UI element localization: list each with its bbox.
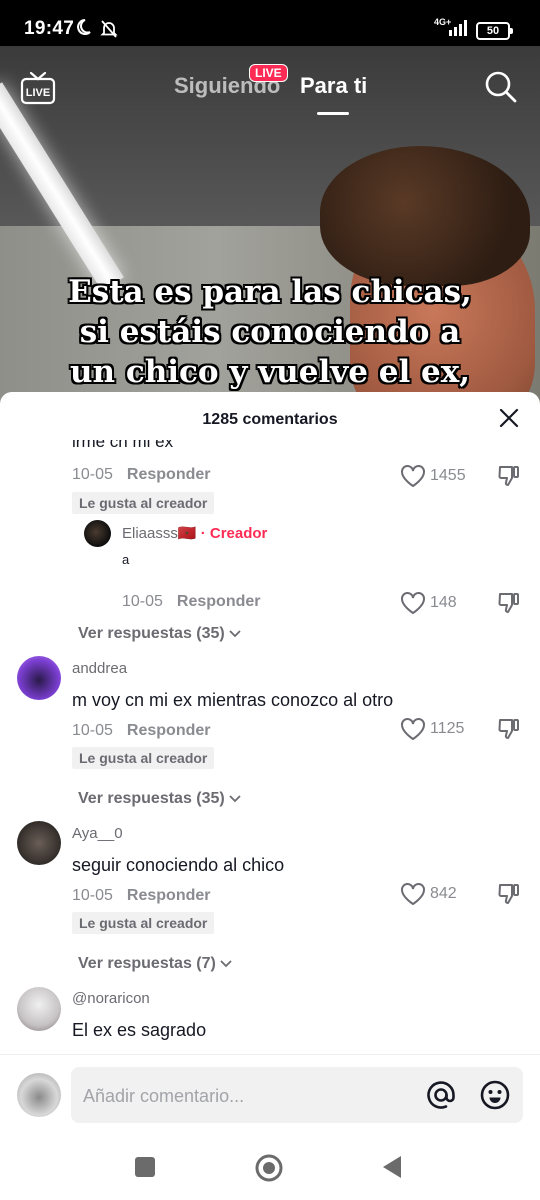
comment-username[interactable]: @noraricon [72, 990, 150, 1007]
comment-text: a [122, 552, 130, 567]
comment-input-bar: Añadir comentario... [0, 1054, 540, 1127]
comment-input-placeholder: Añadir comentario... [83, 1086, 245, 1106]
caption-line: si estáis conociendo a [79, 314, 461, 350]
like-button[interactable]: 1455 [400, 464, 466, 488]
comment-date: 10-05 [72, 887, 113, 904]
comment-meta: 10-05 Responder [122, 593, 261, 611]
comment-meta: 10-05 Responder [72, 887, 211, 905]
comment-text: El ex es sagrado [72, 1020, 207, 1040]
view-replies-label: Ver respuestas (35) [78, 625, 225, 642]
comments-list[interactable]: irme cn mi ex 10-05 Responder 1455 Le gus… [0, 434, 540, 1054]
creator-tag: · Creador [200, 525, 268, 542]
emoji-icon[interactable] [479, 1079, 511, 1116]
like-button[interactable]: 148 [400, 591, 457, 615]
chevron-down-icon [229, 630, 241, 638]
view-replies-button[interactable]: Ver respuestas (35) [78, 625, 241, 643]
battery-level: 50 [476, 22, 513, 40]
comment-username[interactable]: Eliaasss🇲🇦 · Creador [122, 524, 267, 542]
view-replies-button[interactable]: Ver respuestas (35) [78, 790, 241, 808]
reply-button[interactable]: Responder [177, 593, 261, 610]
like-count: 842 [430, 885, 457, 902]
like-count: 1125 [430, 720, 465, 737]
video-person-hair [320, 146, 530, 286]
active-tab-indicator [317, 112, 349, 115]
dislike-icon[interactable] [497, 882, 521, 911]
comment-text: irme cn mi ex [72, 434, 174, 451]
mention-icon[interactable] [425, 1079, 457, 1116]
comment-meta: 10-05 Responder [72, 722, 211, 740]
reply-button[interactable]: Responder [127, 466, 211, 483]
comment-date: 10-05 [72, 466, 113, 483]
home-icon[interactable] [254, 1153, 284, 1188]
like-count: 148 [430, 594, 457, 611]
heart-icon [401, 718, 425, 741]
search-icon[interactable] [484, 70, 518, 109]
live-tv-icon: LIVE [20, 71, 56, 105]
heart-icon [401, 883, 425, 906]
avatar[interactable] [17, 821, 61, 865]
video-caption: Esta es para las chicas, si estáis conoc… [0, 272, 540, 392]
creator-liked-badge: Le gusta al creador [72, 492, 215, 514]
view-replies-label: Ver respuestas (35) [78, 790, 225, 807]
avatar[interactable] [17, 1073, 61, 1117]
comment-date: 10-05 [72, 722, 113, 739]
chevron-down-icon [229, 795, 241, 803]
comment-username[interactable]: anddrea [72, 660, 127, 677]
reply-button[interactable]: Responder [127, 887, 211, 904]
comment-input[interactable]: Añadir comentario... [71, 1067, 523, 1123]
close-icon[interactable] [498, 407, 520, 434]
comments-sheet: 1285 comentarios irme cn mi ex 10-05 Resp… [0, 392, 540, 1200]
live-badge: LIVE [249, 64, 288, 82]
heart-icon [401, 592, 425, 615]
dislike-icon[interactable] [497, 591, 521, 620]
caption-line: un chico y vuelve el ex, [69, 354, 471, 390]
creator-liked-badge: Le gusta al creador [72, 747, 215, 769]
svg-text:LIVE: LIVE [26, 87, 50, 99]
back-icon[interactable] [381, 1154, 403, 1185]
dislike-icon[interactable] [497, 717, 521, 746]
comment-text: m voy cn mi ex mientras conozco al otro [72, 690, 394, 710]
moon-icon [74, 18, 92, 41]
like-button[interactable]: 1125 [400, 717, 464, 741]
username-text: Eliaasss🇲🇦 [122, 525, 197, 542]
creator-liked-badge: Le gusta al creador [72, 912, 215, 934]
bell-off-icon [99, 19, 119, 44]
view-replies-button[interactable]: Ver respuestas (7) [78, 955, 232, 973]
avatar[interactable] [84, 520, 111, 547]
like-count: 1455 [430, 467, 466, 484]
comment-username[interactable]: Aya__0 [72, 825, 123, 842]
dislike-icon[interactable] [497, 464, 521, 493]
reply-button[interactable]: Responder [127, 722, 211, 739]
system-nav-bar [0, 1130, 540, 1200]
like-button[interactable]: 842 [400, 882, 457, 906]
chevron-down-icon [220, 960, 232, 968]
comment-text: seguir conociendo al chico [72, 855, 285, 875]
caption-line: Esta es para las chicas, [68, 274, 472, 310]
heart-icon [401, 465, 425, 488]
status-bar: 19:47 4G+ 50 [0, 0, 540, 46]
comment-date: 10-05 [122, 593, 163, 610]
signal-icon [448, 20, 470, 41]
view-replies-label: Ver respuestas (7) [78, 955, 216, 972]
tab-for-you[interactable]: Para ti [300, 73, 367, 99]
avatar[interactable] [17, 987, 61, 1031]
recent-apps-icon[interactable] [135, 1157, 155, 1177]
comment-meta: 10-05 Responder [72, 466, 211, 484]
comments-count-title: 1285 comentarios [202, 411, 338, 428]
video-player[interactable]: LIVE Siguiendo LIVE Para ti Esta es para… [0, 46, 540, 416]
live-button[interactable]: LIVE [20, 70, 56, 111]
status-time: 19:47 [24, 18, 75, 39]
avatar[interactable] [17, 656, 61, 700]
